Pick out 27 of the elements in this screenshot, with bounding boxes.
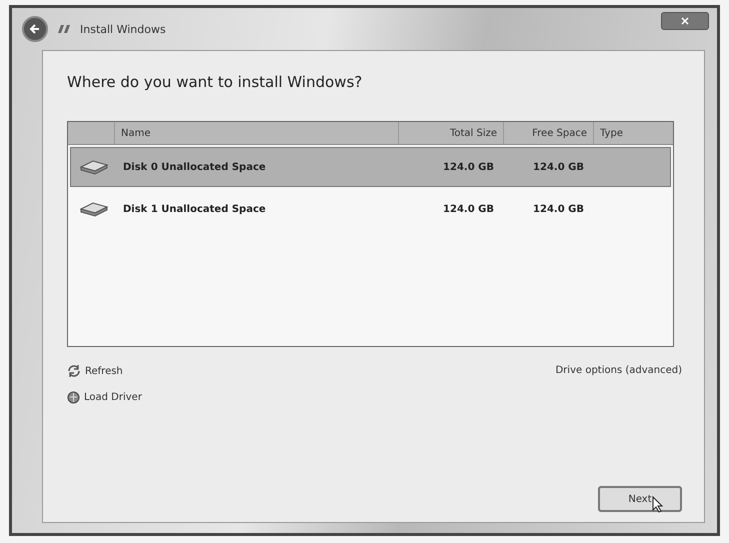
drive-options-link[interactable]: Drive options (advanced) — [555, 365, 682, 376]
back-button[interactable] — [22, 16, 48, 42]
column-header[interactable]: Total Size — [398, 122, 503, 144]
free-space: 124.0 GB — [532, 162, 585, 172]
disk-row[interactable]: Disk 0 Unallocated Space 124.0 GB 124.0 GB — [70, 147, 671, 187]
hard-drive-icon — [79, 159, 109, 175]
page-heading: Where do you want to install Windows? — [67, 73, 364, 91]
refresh-icon — [67, 365, 81, 377]
refresh-link[interactable]: Refresh — [67, 365, 142, 377]
disc-icon — [67, 391, 80, 404]
disk-row[interactable]: Disk 1 Unallocated Space 124.0 GB 124.0 GB — [70, 189, 671, 229]
disk-name: Disk 0 Unallocated Space — [122, 162, 267, 172]
disk-name: Disk 1 Unallocated Space — [122, 204, 267, 214]
back-arrow-icon — [29, 23, 41, 35]
total-size: 124.0 GB — [442, 162, 495, 172]
total-size: 124.0 GB — [442, 204, 495, 214]
close-icon — [681, 17, 689, 25]
column-header[interactable]: Free Space — [503, 122, 593, 144]
free-space: 124.0 GB — [532, 204, 585, 214]
window-title: Install Windows — [80, 22, 166, 36]
next-button[interactable]: Next — [598, 486, 682, 512]
load-driver-link[interactable]: Load Driver — [67, 391, 142, 404]
pointer-cursor-icon — [652, 496, 664, 513]
column-header[interactable]: Type — [593, 122, 673, 144]
close-button[interactable] — [661, 12, 709, 30]
hard-drive-icon — [79, 201, 109, 217]
column-header[interactable]: Name — [114, 122, 398, 144]
